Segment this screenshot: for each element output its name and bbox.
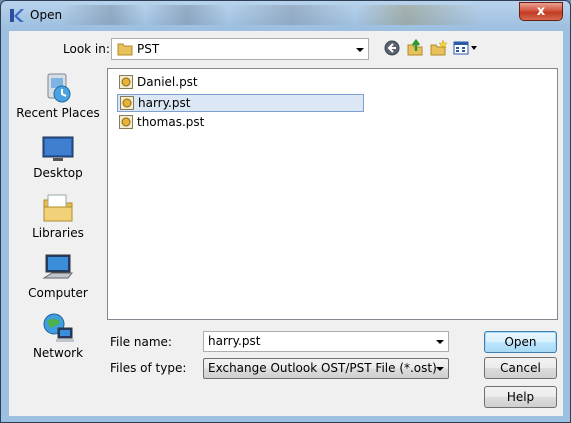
place-libraries[interactable]: Libraries (14, 188, 102, 244)
place-label: Desktop (33, 166, 83, 180)
file-name: thomas.pst (137, 115, 205, 129)
place-recent-places[interactable]: Recent Places (14, 68, 102, 124)
file-type-value: Exchange Outlook OST/PST File (*.ost) (208, 361, 437, 375)
place-label: Network (32, 346, 84, 360)
app-icon (10, 9, 24, 22)
open-button[interactable]: Open (484, 331, 557, 353)
desktop-icon (42, 136, 74, 161)
place-label: Libraries (32, 226, 84, 240)
chevron-down-icon[interactable] (436, 340, 444, 344)
place-computer[interactable]: Computer (14, 248, 102, 304)
computer-icon (42, 254, 74, 279)
place-label: Computer (28, 286, 88, 300)
close-icon: x (536, 4, 546, 19)
file-name: Daniel.pst (137, 75, 198, 89)
places-bar: Recent Places Desktop Libraries Computer… (14, 68, 102, 398)
file-name-value: harry.pst (208, 334, 261, 348)
close-button[interactable]: x (519, 2, 563, 21)
folder-icon (117, 43, 133, 56)
file-type-label: Files of type: (110, 361, 187, 375)
dialog-body: Look in: PST Recent Places Desktop Libra… (9, 31, 563, 416)
pst-file-icon (119, 75, 133, 89)
file-item-harry[interactable]: harry.pst (117, 94, 364, 112)
chevron-down-icon[interactable] (356, 48, 364, 52)
place-desktop[interactable]: Desktop (14, 128, 102, 184)
cancel-button[interactable]: Cancel (484, 357, 557, 379)
file-name-input[interactable]: harry.pst (203, 331, 449, 352)
pst-file-icon (119, 115, 133, 129)
background-blur (61, 5, 481, 25)
file-item-daniel[interactable]: Daniel.pst (117, 74, 198, 92)
look-in-combo[interactable]: PST (111, 38, 369, 60)
file-list[interactable]: Daniel.pst harry.pst thomas.pst (107, 68, 558, 320)
file-name: harry.pst (138, 96, 191, 110)
place-label: Recent Places (16, 106, 100, 120)
look-in-label: Look in: (63, 42, 110, 56)
look-in-value: PST (137, 42, 160, 56)
file-type-select[interactable]: Exchange Outlook OST/PST File (*.ost) (203, 358, 449, 379)
recent-places-icon (47, 73, 71, 103)
libraries-icon (43, 194, 73, 222)
up-folder-icon[interactable] (406, 39, 424, 57)
title-bar[interactable]: Open x (1, 1, 570, 31)
new-folder-icon[interactable] (430, 39, 448, 57)
back-icon[interactable] (383, 39, 401, 57)
place-network[interactable]: Network (14, 308, 102, 364)
file-item-thomas[interactable]: thomas.pst (117, 114, 204, 132)
view-menu-icon[interactable] (453, 39, 479, 57)
open-dialog: Open x Look in: PST Recent Places Deskto… (0, 0, 571, 423)
network-icon (43, 313, 74, 342)
window-title: Open (30, 8, 63, 22)
chevron-down-icon[interactable] (436, 367, 444, 371)
help-button[interactable]: Help (484, 386, 557, 408)
file-name-label: File name: (110, 335, 172, 349)
pst-file-icon (120, 96, 134, 110)
